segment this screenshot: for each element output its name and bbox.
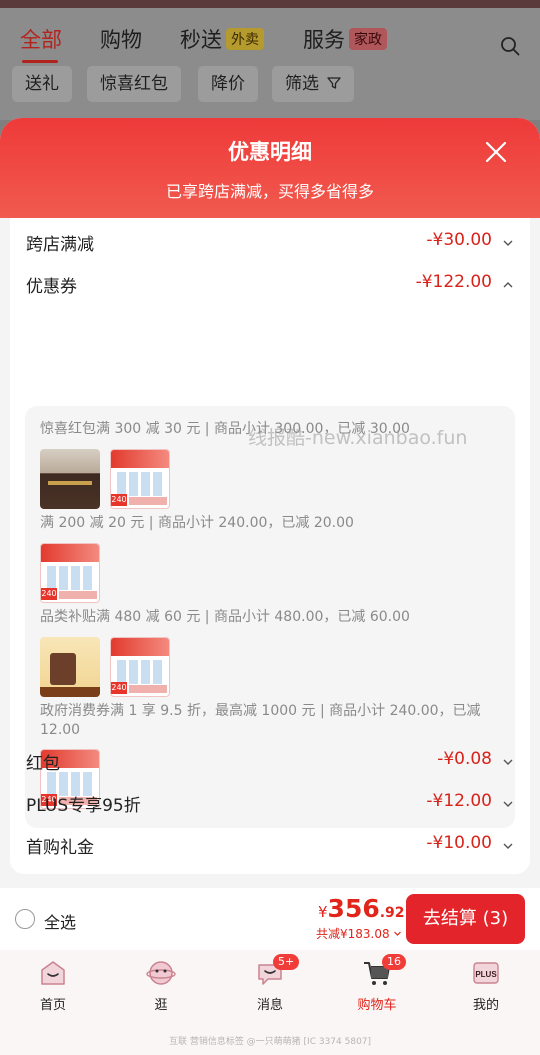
tab-shopping[interactable]: 购物 (100, 24, 142, 54)
row-label: 跨店满减 (26, 235, 94, 255)
price-integer: 356 (327, 894, 380, 923)
watermark: 线报酷-new.xianbao.fun (248, 427, 468, 449)
chevron-down-icon (503, 801, 513, 807)
checkout-button[interactable]: 去结算 (3) (406, 894, 525, 944)
discount-panel: 跨店满减 -¥30.00 优惠券 -¥122.00 惊喜红包满 300 减 30… (10, 218, 530, 874)
funnel-icon (327, 77, 342, 89)
row-value: -¥12.00 (426, 791, 492, 811)
product-thumb-furniture[interactable] (40, 449, 100, 509)
total-saved-label: 共减¥183.08 (316, 927, 390, 941)
coupon-detail-text: 政府消费券满 1 享 9.5 折，最高减 1000 元 | 商品小计 240.0… (40, 703, 481, 738)
chevron-down-icon (503, 759, 513, 765)
tab-all-label: 全部 (20, 28, 62, 52)
price-tag: 240 (111, 494, 127, 506)
active-tab-indicator (22, 60, 58, 63)
row-label: 优惠券 (26, 277, 77, 297)
row-plus-discount[interactable]: PLUS专享95折 -¥12.00 (26, 791, 514, 817)
filter-price-drop[interactable]: 降价 (198, 66, 258, 102)
chevron-up-icon (503, 282, 513, 288)
row-value: -¥122.00 (415, 272, 492, 292)
row-red-packet[interactable]: 红包 -¥0.08 (26, 749, 514, 775)
total-price: ¥356.92 (318, 894, 405, 923)
tab-messages-label: 消息 (256, 998, 283, 1013)
currency-symbol: ¥ (318, 903, 328, 921)
tab-browse-label: 逛 (154, 998, 168, 1013)
sheet-header: 优惠明细 已享跨店满减，买得多省得多 (0, 118, 540, 218)
category-tabs: 全部 购物 秒送 外卖 服务 家政 (0, 16, 540, 63)
tab-delivery-label: 秒送 (180, 28, 222, 52)
sheet-subtitle: 已享跨店满减，买得多省得多 (165, 182, 374, 201)
filter-red-packet[interactable]: 惊喜红包 (87, 66, 181, 102)
footer: 互联 营销信息标签 @一只萌萌猪 [IC 3374 5807] (0, 1020, 540, 1055)
filter-more-label: 筛选 (285, 74, 319, 94)
product-thumb[interactable]: 240 (110, 449, 170, 509)
message-count-badge: 5+ (273, 954, 300, 970)
filter-gift[interactable]: 送礼 (12, 66, 72, 102)
takeout-badge: 外卖 (226, 28, 264, 50)
filter-bar: 送礼 惊喜红包 降价 筛选 (0, 66, 540, 104)
housekeeping-badge: 家政 (349, 28, 387, 50)
plus-member-icon-text: PLUS (475, 970, 497, 979)
product-thumb[interactable]: 240 (40, 543, 100, 603)
tab-messages[interactable]: 5+ 消息 (230, 954, 310, 1013)
tab-cart-label: 购物车 (357, 998, 397, 1013)
home-icon (41, 961, 65, 985)
select-all-label[interactable]: 全选 (44, 909, 76, 933)
chevron-down-icon (503, 843, 513, 849)
browse-icon (146, 961, 176, 985)
sheet-title: 优惠明细 (228, 140, 312, 164)
total-saved[interactable]: 共减¥183.08 (316, 925, 402, 942)
tab-delivery[interactable]: 秒送 外卖 (180, 24, 264, 54)
tab-profile[interactable]: PLUS 我的 (446, 958, 526, 1013)
cart-count-badge: 16 (382, 954, 406, 970)
tab-service-label: 服务 (303, 28, 345, 52)
row-label: 首购礼金 (26, 838, 94, 858)
tab-shopping-label: 购物 (100, 28, 142, 52)
coupon-detail-text: 满 200 减 20 元 | 商品小计 240.00，已减 20.00 (40, 515, 354, 531)
chevron-down-icon (503, 240, 513, 246)
tab-service[interactable]: 服务 家政 (303, 24, 387, 54)
row-first-purchase[interactable]: 首购礼金 -¥10.00 (26, 833, 514, 859)
tab-home[interactable]: 首页 (13, 958, 93, 1013)
chevron-down-icon (394, 931, 402, 936)
row-value: -¥10.00 (426, 833, 492, 853)
price-decimal: .92 (379, 905, 405, 921)
search-icon[interactable] (500, 36, 520, 56)
product-thumb[interactable]: 240 (110, 637, 170, 697)
filter-red-packet-label: 惊喜红包 (100, 74, 168, 94)
status-strip (0, 0, 540, 8)
close-icon[interactable] (484, 140, 508, 164)
price-tag: 240 (111, 682, 127, 694)
tab-all[interactable]: 全部 (20, 24, 62, 54)
page-header: 全部 购物 秒送 外卖 服务 家政 送礼 惊喜红包 降价 筛选 (0, 8, 540, 120)
filter-price-drop-label: 降价 (211, 74, 245, 94)
product-thumb-food[interactable] (40, 637, 100, 697)
filter-more[interactable]: 筛选 (272, 66, 355, 102)
row-coupon[interactable]: 优惠券 -¥122.00 (26, 272, 514, 298)
row-cross-store[interactable]: 跨店满减 -¥30.00 (26, 230, 514, 256)
footer-text: 互联 营销信息标签 @一只萌萌猪 [IC 3374 5807] (168, 1037, 372, 1047)
filter-gift-label: 送礼 (25, 74, 59, 94)
tab-profile-label: 我的 (472, 998, 499, 1013)
price-tag: 240 (41, 588, 57, 600)
row-label: PLUS专享95折 (26, 796, 141, 816)
tab-browse[interactable]: 逛 (121, 958, 201, 1013)
bottom-tab-bar: 首页 逛 5+ 消息 16 购物车 PLUS 我的 (0, 950, 540, 1020)
checkout-bar: 全选 ¥356.92 共减¥183.08 去结算 (3) (0, 888, 540, 950)
tab-home-label: 首页 (39, 998, 66, 1013)
coupon-detail-text: 品类补贴满 480 减 60 元 | 商品小计 480.00，已减 60.00 (40, 609, 410, 625)
tab-cart[interactable]: 16 购物车 (337, 954, 417, 1013)
select-all-radio[interactable] (15, 909, 35, 929)
row-value: -¥0.08 (437, 749, 492, 769)
plus-member-icon: PLUS (473, 962, 499, 984)
row-label: 红包 (26, 754, 60, 774)
row-value: -¥30.00 (426, 230, 492, 250)
